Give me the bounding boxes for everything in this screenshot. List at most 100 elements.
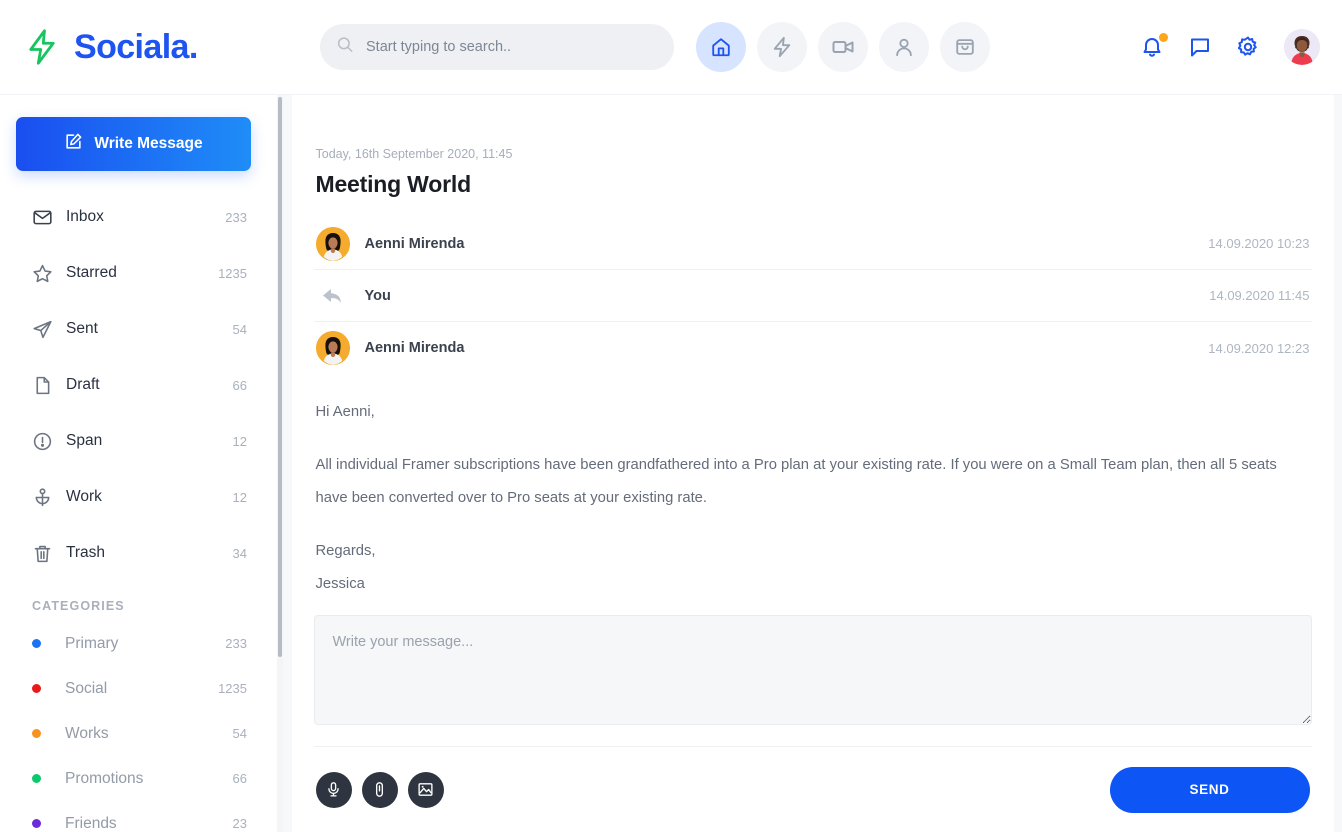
sidebar-item-work[interactable]: Work 12 bbox=[16, 469, 251, 525]
mail-paragraph: All individual Framer subscriptions have… bbox=[316, 449, 1310, 515]
lightning-bolt-icon bbox=[22, 25, 62, 69]
sidebar-item-sent[interactable]: Sent 54 bbox=[16, 301, 251, 357]
sidebar-item-trash[interactable]: Trash 34 bbox=[16, 525, 251, 581]
category-label: Works bbox=[65, 725, 233, 743]
sidebar-scrollbar-thumb[interactable] bbox=[278, 97, 282, 657]
sidebar-item-span[interactable]: Span 12 bbox=[16, 413, 251, 469]
sidebar-item-draft[interactable]: Draft 66 bbox=[16, 357, 251, 413]
thread-list: Aenni Mirenda 14.09.2020 10:23 You 14.09… bbox=[314, 218, 1312, 374]
sidebar-item-friends[interactable]: Friends 23 bbox=[16, 801, 251, 832]
category-dot bbox=[32, 729, 41, 738]
write-message-button[interactable]: Write Message bbox=[16, 117, 251, 171]
image-icon[interactable] bbox=[408, 772, 444, 808]
file-icon bbox=[32, 375, 66, 396]
top-header: Sociala. bbox=[0, 0, 1342, 95]
sidebar-label: Starred bbox=[66, 264, 218, 282]
thread-time: 14.09.2020 12:23 bbox=[1208, 341, 1309, 356]
thread-sender: You bbox=[365, 288, 391, 304]
thread-sender: Aenni Mirenda bbox=[365, 340, 465, 356]
paperclip-icon[interactable] bbox=[362, 772, 398, 808]
chat-bubble-icon[interactable] bbox=[1188, 35, 1212, 59]
mail-card: Today, 16th September 2020, 11:45 Meetin… bbox=[292, 95, 1334, 832]
category-count: 54 bbox=[233, 726, 247, 741]
header-actions bbox=[1140, 29, 1322, 65]
sidebar-item-starred[interactable]: Starred 1235 bbox=[16, 245, 251, 301]
message-input[interactable] bbox=[314, 615, 1312, 725]
trash-icon bbox=[32, 543, 66, 564]
sidebar-count: 12 bbox=[233, 434, 247, 449]
gear-icon[interactable] bbox=[1236, 35, 1260, 59]
sidebar-item-inbox[interactable]: Inbox 233 bbox=[16, 189, 251, 245]
category-count: 1235 bbox=[218, 681, 247, 696]
compose-section: SEND bbox=[314, 615, 1312, 832]
sidebar-label: Sent bbox=[66, 320, 233, 338]
sidebar-label: Inbox bbox=[66, 208, 225, 226]
category-label: Friends bbox=[65, 815, 233, 832]
user-avatar[interactable] bbox=[1284, 29, 1320, 65]
mail-date: Today, 16th September 2020, 11:45 bbox=[314, 147, 1312, 161]
mail-closing: Regards, bbox=[316, 535, 1310, 568]
star-icon bbox=[32, 263, 66, 284]
sidebar-nav-list: Inbox 233 Starred 1235 bbox=[16, 189, 251, 581]
search-container bbox=[320, 24, 674, 70]
lightning-icon[interactable] bbox=[757, 22, 807, 72]
category-dot bbox=[32, 774, 41, 783]
brand-logo[interactable]: Sociala. bbox=[22, 25, 290, 69]
microphone-icon[interactable] bbox=[316, 772, 352, 808]
video-camera-icon[interactable] bbox=[818, 22, 868, 72]
sidebar-count: 233 bbox=[225, 210, 247, 225]
sidebar-count: 54 bbox=[233, 322, 247, 337]
sidebar-count: 1235 bbox=[218, 266, 247, 281]
shopping-bag-icon[interactable] bbox=[940, 22, 990, 72]
category-count: 233 bbox=[225, 636, 247, 651]
category-label: Promotions bbox=[65, 770, 233, 788]
category-dot bbox=[32, 684, 41, 693]
notification-badge bbox=[1159, 33, 1168, 42]
app-root: Sociala. bbox=[0, 0, 1342, 832]
avatar bbox=[316, 227, 350, 261]
write-message-label: Write Message bbox=[94, 135, 202, 153]
header-nav-icons bbox=[696, 22, 990, 72]
sidebar-label: Span bbox=[66, 432, 233, 450]
sidebar-label: Trash bbox=[66, 544, 233, 562]
category-count: 66 bbox=[233, 771, 247, 786]
sidebar-count: 12 bbox=[233, 490, 247, 505]
sidebar-item-promotions[interactable]: Promotions 66 bbox=[16, 756, 251, 801]
main-content: Today, 16th September 2020, 11:45 Meetin… bbox=[283, 95, 1342, 832]
alert-circle-icon bbox=[32, 431, 66, 452]
body-row: Write Message Inbox 233 bbox=[0, 95, 1342, 832]
mail-body: Hi Aenni, All individual Framer subscrip… bbox=[314, 374, 1312, 601]
thread-row[interactable]: Aenni Mirenda 14.09.2020 12:23 bbox=[314, 322, 1312, 374]
sidebar-scrollbar[interactable] bbox=[277, 95, 283, 832]
thread-row[interactable]: You 14.09.2020 11:45 bbox=[314, 270, 1312, 322]
category-dot bbox=[32, 639, 41, 648]
sidebar-item-works[interactable]: Works 54 bbox=[16, 711, 251, 756]
mail-greeting: Hi Aenni, bbox=[316, 396, 1310, 429]
sidebar-item-social[interactable]: Social 1235 bbox=[16, 666, 251, 711]
sidebar-count: 34 bbox=[233, 546, 247, 561]
person-icon[interactable] bbox=[879, 22, 929, 72]
paper-plane-icon bbox=[32, 319, 66, 340]
thread-time: 14.09.2020 11:45 bbox=[1209, 288, 1309, 303]
reply-arrow-icon bbox=[316, 284, 350, 308]
anchor-icon bbox=[32, 487, 66, 508]
search-input[interactable] bbox=[320, 24, 674, 70]
compose-edit-icon bbox=[64, 132, 83, 156]
categories-heading: CATEGORIES bbox=[16, 599, 251, 613]
sidebar-item-primary[interactable]: Primary 233 bbox=[16, 621, 251, 666]
thread-sender: Aenni Mirenda bbox=[365, 236, 465, 252]
sidebar-label: Work bbox=[66, 488, 233, 506]
bell-icon[interactable] bbox=[1140, 35, 1164, 59]
sidebar-label: Draft bbox=[66, 376, 233, 394]
category-count: 23 bbox=[233, 816, 247, 831]
category-label: Primary bbox=[65, 635, 225, 653]
sidebar-count: 66 bbox=[233, 378, 247, 393]
home-icon[interactable] bbox=[696, 22, 746, 72]
thread-time: 14.09.2020 10:23 bbox=[1208, 236, 1309, 251]
send-button[interactable]: SEND bbox=[1110, 767, 1310, 813]
envelope-icon bbox=[32, 207, 66, 228]
compose-toolbar: SEND bbox=[314, 746, 1312, 832]
sidebar-categories-list: Primary 233 Social 1235 Works 54 Promoti… bbox=[16, 621, 251, 832]
thread-row[interactable]: Aenni Mirenda 14.09.2020 10:23 bbox=[314, 218, 1312, 270]
sidebar: Write Message Inbox 233 bbox=[0, 95, 283, 832]
